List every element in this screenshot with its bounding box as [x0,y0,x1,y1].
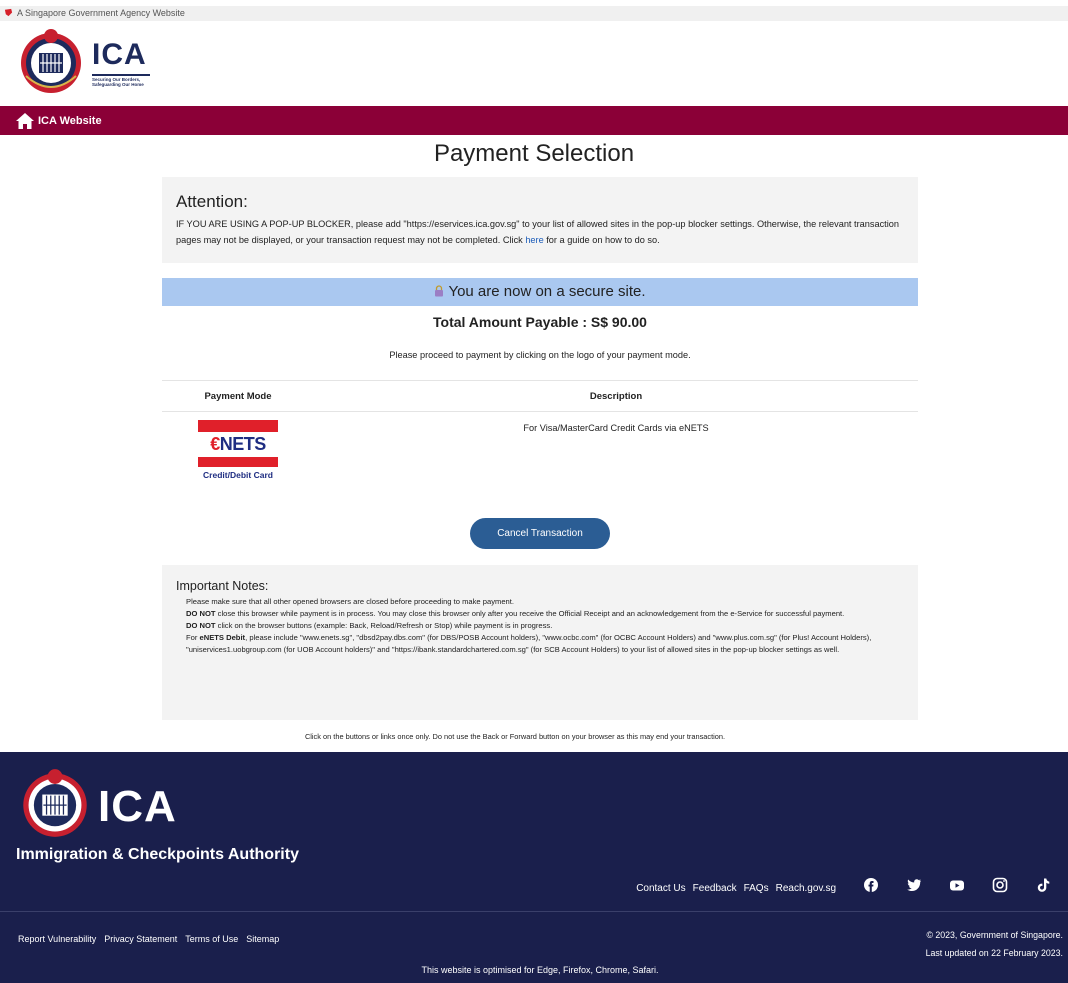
column-header-payment-mode: Payment Mode [204,391,272,402]
terms-of-use-link[interactable]: Terms of Use [185,934,238,944]
tiktok-icon[interactable] [1034,876,1052,894]
lock-icon [435,285,444,297]
notes-heading: Important Notes: [176,579,269,593]
attention-heading: Attention: [176,192,248,211]
twitter-icon[interactable] [905,876,923,894]
important-notes-panel: Important Notes: Please make sure that a… [162,565,918,720]
footer-links: Contact Us Feedback FAQs Reach.gov.sg [629,883,836,894]
payment-description: For Visa/MasterCard Credit Cards via eNE… [523,423,709,433]
ica-tagline: Securing Our Borders, Safeguarding Our H… [92,77,144,87]
instagram-icon[interactable] [991,876,1009,894]
main-nav: ICA Website [0,106,1068,135]
cancel-transaction-button[interactable]: Cancel Transaction [470,518,610,549]
note-do-not-close: DO NOT close this browser while payment … [186,609,845,618]
attention-panel: Attention: IF YOU ARE USING A POP-UP BLO… [162,177,918,263]
last-updated-text: Last updated on 22 February 2023. [925,948,1063,958]
copyright-text: © 2023, Government of Singapore. [926,930,1063,940]
contact-us-link[interactable]: Contact Us [636,883,685,894]
footer-divider [0,911,1068,912]
enets-logo: €NETS [210,434,266,454]
enets-caption: Credit/Debit Card [203,470,273,480]
facebook-icon[interactable] [862,876,880,894]
table-header: Payment Mode Description [162,380,918,412]
table-row: €NETS Credit/Debit Card For Visa/MasterC… [162,412,918,492]
popup-guide-link[interactable]: here [525,235,543,245]
column-header-description: Description [589,391,643,402]
ica-logo[interactable]: ICA Securing Our Borders, Safeguarding O… [16,26,156,96]
total-amount: Total Amount Payable : S$ 90.00 [433,314,647,330]
reach-gov-link[interactable]: Reach.gov.sg [776,883,836,894]
lion-head-icon [4,8,13,17]
ica-website-link[interactable]: ICA Website [15,111,102,131]
youtube-icon[interactable] [948,876,966,894]
enets-payment-button[interactable]: €NETS Credit/Debit Card [198,420,278,482]
footer-org-name: Immigration & Checkpoints Authority [16,846,299,863]
report-vulnerability-link[interactable]: Report Vulnerability [18,934,96,944]
feedback-link[interactable]: Feedback [693,883,737,894]
enets-logo-top-band [198,420,278,432]
ica-crest-icon [21,29,81,93]
attention-text: IF YOU ARE USING A POP-UP BLOCKER, pleas… [176,219,899,245]
ica-crest-icon [23,769,87,837]
logo-divider [92,74,150,76]
secure-site-banner: You are now on a secure site. [162,278,918,306]
privacy-statement-link[interactable]: Privacy Statement [104,934,177,944]
ica-website-label: ICA Website [38,115,102,127]
ica-logo-text: ICA [92,38,147,71]
faqs-link[interactable]: FAQs [744,883,769,894]
footer-legal-links: Report Vulnerability Privacy Statement Ter… [18,934,287,944]
secure-site-text: You are now on a secure site. [448,283,646,300]
payment-table: Payment Mode Description €NETS Credit/De… [162,380,918,492]
page-title: Payment Selection [433,140,635,167]
payment-instruction: Please proceed to payment by clicking on… [389,350,691,360]
gov-banner-text: A Singapore Government Agency Website [17,8,185,18]
footer-ica-logo[interactable]: ICA [18,762,188,840]
footer: ICA Immigration & Checkpoints Authority … [0,752,1068,983]
gov-banner: A Singapore Government Agency Website [0,6,1068,21]
note-browsers: Please make sure that all other opened b… [186,597,514,606]
home-icon [16,113,34,129]
enets-logo-bottom-band [198,457,278,467]
note-do-not-click: DO NOT click on the browser buttons (exa… [186,621,553,630]
note-enets-debit: For eNETS Debit, please include "www.ene… [186,633,872,654]
footer-ica-text: ICA [98,782,177,831]
sitemap-link[interactable]: Sitemap [246,934,279,944]
browser-optimised-note: This website is optimised for Edge, Fire… [421,965,659,975]
click-once-note: Click on the buttons or links once only.… [304,732,726,741]
footer-copyright: © 2023, Government of Singapore. Last up… [926,926,1063,962]
